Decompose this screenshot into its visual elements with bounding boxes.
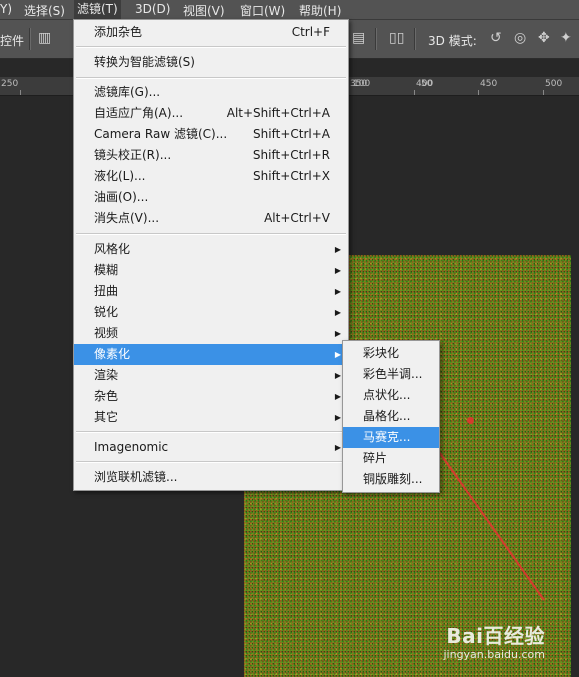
menu-item-liquify[interactable]: 液化(L)... Shift+Ctrl+X <box>74 166 348 187</box>
menu-item-label: 彩块化 <box>363 346 400 360</box>
submenu-arrow-icon: ▶ <box>334 443 341 452</box>
menu-item-adaptive-wide-angle[interactable]: 自适应广角(A)... Alt+Shift+Ctrl+A <box>74 103 348 124</box>
menu-item-label: 晶格化... <box>363 409 411 423</box>
menu-item-convert-smart-filter[interactable]: 转换为智能滤镜(S) <box>74 52 348 73</box>
submenu-arrow-icon: ▶ <box>334 371 341 380</box>
menu-item-label: 转换为智能滤镜(S) <box>94 55 195 69</box>
menu-item-other[interactable]: 其它 ▶ <box>74 407 348 428</box>
menu-item-label: 像素化 <box>94 347 131 361</box>
menu-item-label: 点状化... <box>363 388 411 402</box>
menu-item-distort[interactable]: 扭曲 ▶ <box>74 281 348 302</box>
menu-item-shortcut: Alt+Ctrl+V <box>264 211 330 225</box>
submenu-arrow-icon: ▶ <box>334 350 341 359</box>
submenu-item-color-halftone[interactable]: 彩色半调... <box>343 364 439 385</box>
menu-item-add-noise[interactable]: 添加杂色 Ctrl+F <box>74 22 348 43</box>
menu-item-video[interactable]: 视频 ▶ <box>74 323 348 344</box>
menu-separator <box>76 461 346 463</box>
submenu-arrow-icon: ▶ <box>334 329 341 338</box>
submenu-item-mosaic[interactable]: 马赛克... <box>343 427 439 448</box>
submenu-item-pointillize[interactable]: 点状化... <box>343 385 439 406</box>
menu-item-label: 浏览联机滤镜... <box>94 470 178 484</box>
menu-item-label: Camera Raw 滤镜(C)... <box>94 127 228 141</box>
submenu-item-mezzotint[interactable]: 铜版雕刻... <box>343 469 439 490</box>
menu-item-render[interactable]: 渲染 ▶ <box>74 365 348 386</box>
menu-separator <box>76 233 346 235</box>
menu-item-stylize[interactable]: 风格化 ▶ <box>74 239 348 260</box>
menu-item-label: 杂色 <box>94 389 119 403</box>
menu-item-shortcut: Ctrl+F <box>291 25 330 39</box>
menu-item-label: 碎片 <box>363 451 388 465</box>
menu-item-label: 消失点(V)... <box>94 211 160 225</box>
menu-item-oil-paint[interactable]: 油画(O)... <box>74 187 348 208</box>
submenu-arrow-icon: ▶ <box>334 413 341 422</box>
menu-item-sharpen[interactable]: 锐化 ▶ <box>74 302 348 323</box>
pixelate-submenu: 彩块化 彩色半调... 点状化... 晶格化... 马赛克... 碎片 铜版雕刻… <box>342 340 440 493</box>
menu-item-imagenomic[interactable]: Imagenomic ▶ <box>74 437 348 458</box>
menu-item-browse-online-filters[interactable]: 浏览联机滤镜... <box>74 467 348 488</box>
menu-item-lens-correction[interactable]: 镜头校正(R)... Shift+Ctrl+R <box>74 145 348 166</box>
submenu-arrow-icon: ▶ <box>334 245 341 254</box>
menu-item-noise[interactable]: 杂色 ▶ <box>74 386 348 407</box>
menu-item-filter-gallery[interactable]: 滤镜库(G)... <box>74 82 348 103</box>
menu-item-vanishing-point[interactable]: 消失点(V)... Alt+Ctrl+V <box>74 208 348 229</box>
menu-item-label: 其它 <box>94 410 119 424</box>
submenu-item-facet[interactable]: 彩块化 <box>343 343 439 364</box>
submenu-arrow-icon: ▶ <box>334 308 341 317</box>
menu-item-shortcut: Shift+Ctrl+X <box>253 169 330 183</box>
menu-item-label: 自适应广角(A)... <box>94 106 184 120</box>
baidu-watermark: Bai百经验 jingyan.baidu.com <box>443 620 545 661</box>
submenu-arrow-icon: ▶ <box>334 266 341 275</box>
menu-item-label: 扭曲 <box>94 284 119 298</box>
menu-item-label: 添加杂色 <box>94 25 143 39</box>
menu-item-label: 彩色半调... <box>363 367 423 381</box>
menu-item-label: 液化(L)... <box>94 169 146 183</box>
submenu-arrow-icon: ▶ <box>334 392 341 401</box>
menu-item-label: Imagenomic <box>94 440 169 454</box>
menu-item-label: 风格化 <box>94 242 131 256</box>
menu-item-pixelate[interactable]: 像素化 ▶ <box>74 344 348 365</box>
watermark-url: jingyan.baidu.com <box>443 648 545 661</box>
submenu-item-fragment[interactable]: 碎片 <box>343 448 439 469</box>
menu-item-label: 滤镜库(G)... <box>94 85 161 99</box>
menu-item-label: 铜版雕刻... <box>363 472 423 486</box>
filter-menu: 添加杂色 Ctrl+F 转换为智能滤镜(S) 滤镜库(G)... 自适应广角(A… <box>73 19 349 491</box>
menu-item-label: 马赛克... <box>363 430 411 444</box>
menu-item-blur[interactable]: 模糊 ▶ <box>74 260 348 281</box>
menu-item-shortcut: Alt+Shift+Ctrl+A <box>226 106 330 120</box>
menu-item-label: 镜头校正(R)... <box>94 148 172 162</box>
menu-item-label: 渲染 <box>94 368 119 382</box>
submenu-item-crystallize[interactable]: 晶格化... <box>343 406 439 427</box>
menu-item-shortcut: Shift+Ctrl+A <box>253 127 330 141</box>
menu-separator <box>76 431 346 433</box>
menu-item-label: 模糊 <box>94 263 119 277</box>
watermark-brand: Bai百经验 <box>446 624 545 648</box>
menu-item-label: 锐化 <box>94 305 119 319</box>
menu-item-label: 油画(O)... <box>94 190 149 204</box>
menu-separator <box>76 77 346 79</box>
submenu-arrow-icon: ▶ <box>334 287 341 296</box>
menu-item-camera-raw[interactable]: Camera Raw 滤镜(C)... Shift+Ctrl+A <box>74 124 348 145</box>
menu-separator <box>76 46 346 48</box>
menu-item-label: 视频 <box>94 326 119 340</box>
menu-item-shortcut: Shift+Ctrl+R <box>252 148 330 162</box>
